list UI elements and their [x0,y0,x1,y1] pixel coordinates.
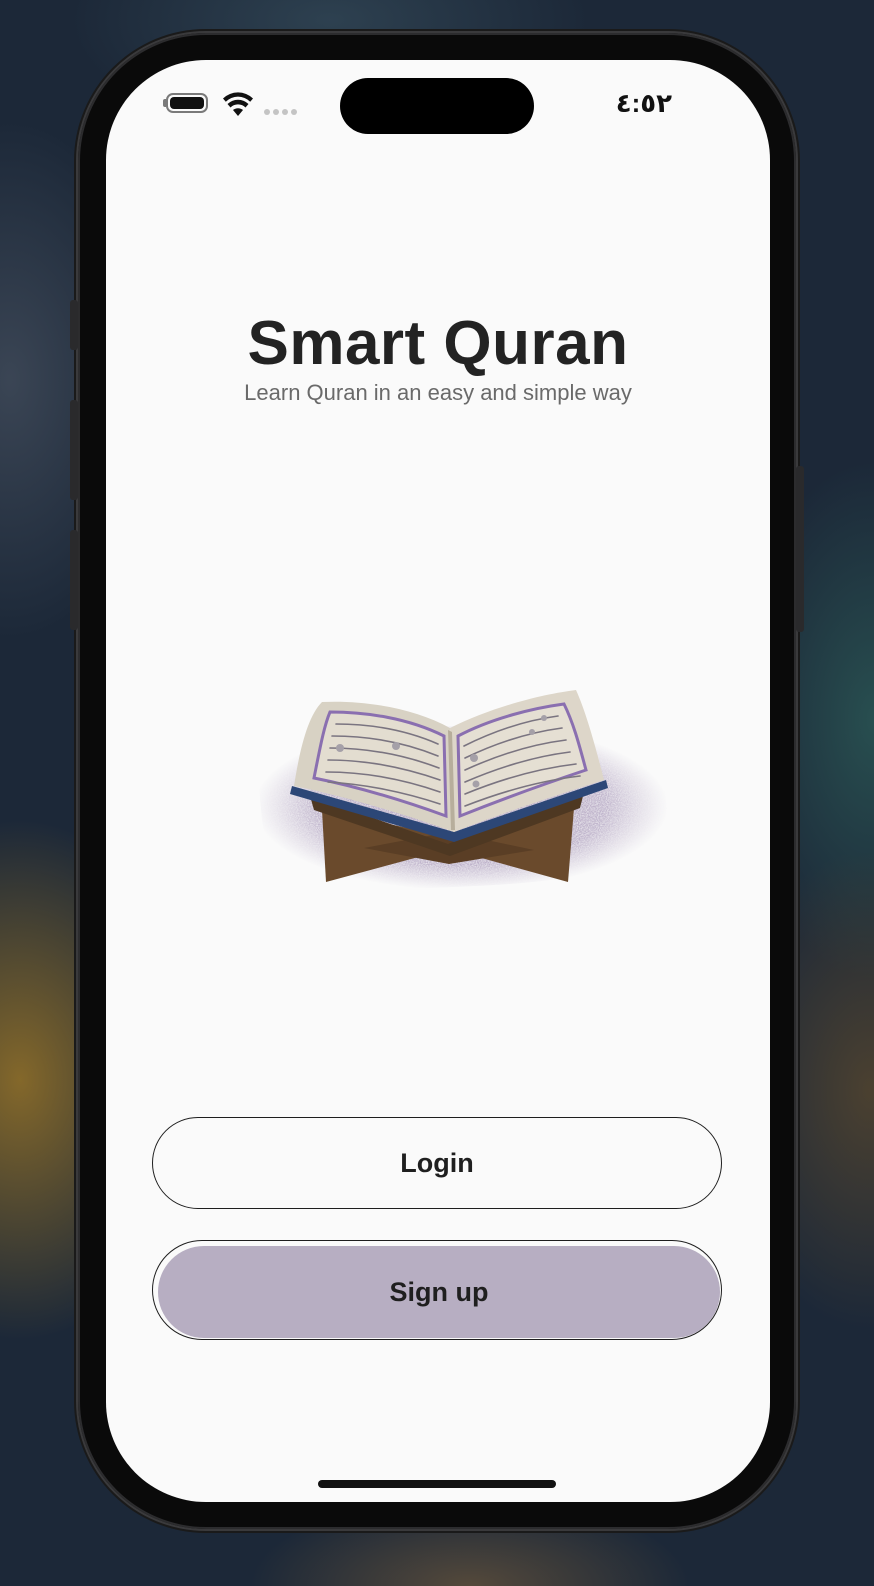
action-button [70,300,78,350]
dynamic-island [340,78,534,134]
cellular-signal-icon [264,109,297,115]
signup-button[interactable]: Sign up [158,1246,720,1338]
login-button[interactable]: Login [152,1117,722,1209]
battery-icon [166,93,208,113]
power-button [796,466,804,632]
status-time: ٤:٥٢ [615,88,672,118]
home-indicator[interactable] [318,1480,556,1488]
app-subtitle: Learn Quran in an easy and simple way [244,380,632,405]
wifi-icon [223,92,253,116]
app-screen: ٤:٥٢ Smart Quran Learn Quran in an easy … [106,60,770,1502]
app-title: Smart Quran [247,309,629,378]
volume-up-button [70,400,78,500]
quran-on-stand-illustration [254,690,668,891]
volume-down-button [70,530,78,630]
